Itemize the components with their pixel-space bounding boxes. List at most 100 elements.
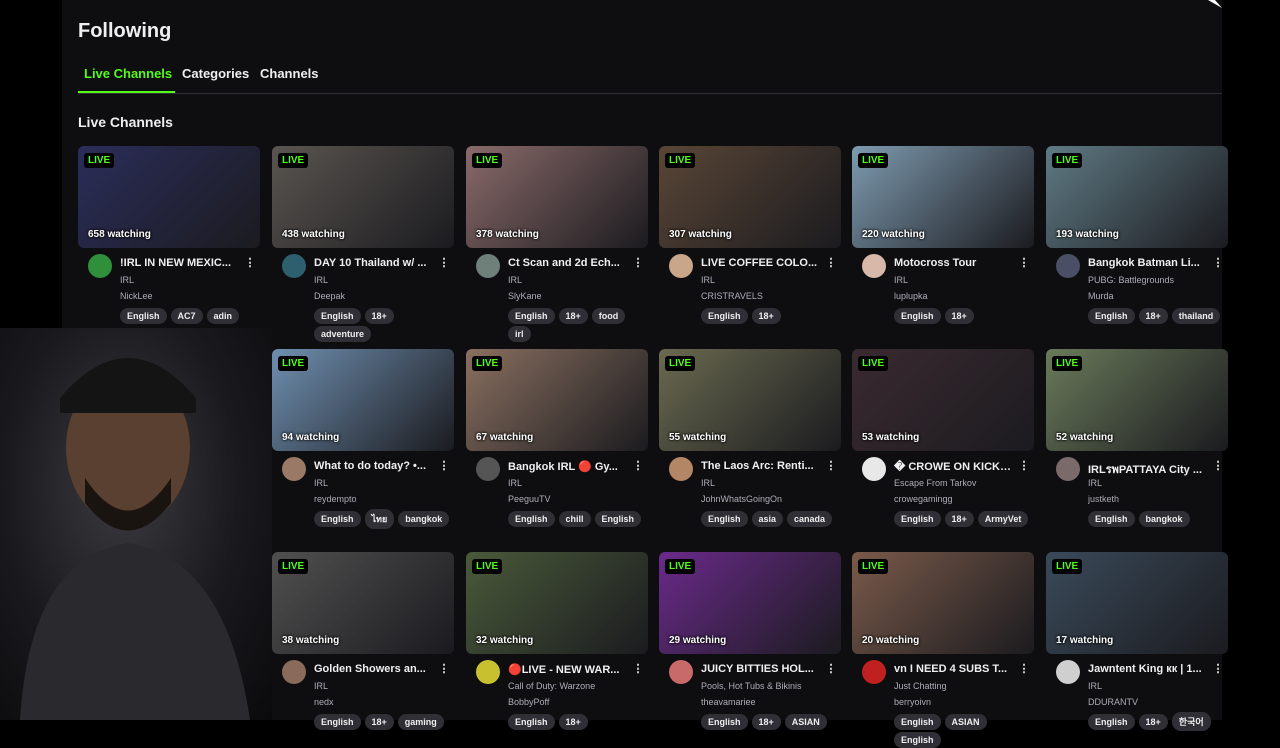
- stream-thumbnail[interactable]: LIVE 307 watching: [659, 146, 841, 248]
- stream-title[interactable]: What to do today? •...: [314, 460, 434, 472]
- stream-title[interactable]: JUICY BITTIES HOL...: [701, 663, 821, 675]
- more-options-icon[interactable]: ⋮: [1212, 459, 1224, 473]
- stream-tag[interactable]: English: [701, 714, 748, 730]
- stream-tag[interactable]: English: [1088, 714, 1135, 730]
- channel-name[interactable]: Deepak: [314, 291, 444, 301]
- stream-thumbnail[interactable]: LIVE 38 watching: [272, 552, 454, 654]
- channel-avatar[interactable]: [862, 660, 886, 684]
- stream-card[interactable]: LIVE 52 watching IRLรพPATTAYA City ... ⋮ IRL…: [1046, 349, 1228, 539]
- channel-avatar[interactable]: [1056, 254, 1080, 278]
- channel-name[interactable]: reydempto: [314, 494, 444, 504]
- stream-tag[interactable]: English: [894, 511, 941, 527]
- channel-name[interactable]: BobbyPoff: [508, 697, 638, 707]
- stream-card[interactable]: LIVE 20 watching vn I NEED 4 SUBS T... ⋮ Jus…: [852, 552, 1034, 748]
- stream-card[interactable]: LIVE 307 watching LIVE COFFEE COLO... ⋮ IRL C…: [659, 146, 841, 336]
- more-options-icon[interactable]: ⋮: [1212, 662, 1224, 676]
- stream-tag[interactable]: English: [1088, 511, 1135, 527]
- more-options-icon[interactable]: ⋮: [1212, 256, 1224, 270]
- stream-thumbnail[interactable]: LIVE 52 watching: [1046, 349, 1228, 451]
- stream-category[interactable]: IRL: [120, 275, 250, 285]
- more-options-icon[interactable]: ⋮: [244, 256, 256, 270]
- stream-category[interactable]: Pools, Hot Tubs & Bikinis: [701, 681, 831, 691]
- stream-thumbnail[interactable]: LIVE 32 watching: [466, 552, 648, 654]
- stream-tag[interactable]: English: [701, 511, 748, 527]
- stream-tag[interactable]: English: [894, 308, 941, 324]
- more-options-icon[interactable]: ⋮: [438, 459, 450, 473]
- stream-thumbnail[interactable]: LIVE 17 watching: [1046, 552, 1228, 654]
- channel-avatar[interactable]: [669, 254, 693, 278]
- stream-tag[interactable]: English: [508, 308, 555, 324]
- stream-tag[interactable]: 18+: [751, 308, 781, 324]
- stream-category[interactable]: Call of Duty: Warzone: [508, 681, 638, 691]
- stream-card[interactable]: LIVE 32 watching 🔴LIVE - NEW WAR... ⋮ Call o…: [466, 552, 648, 742]
- more-options-icon[interactable]: ⋮: [825, 459, 837, 473]
- stream-tag[interactable]: bangkok: [398, 511, 450, 527]
- more-options-icon[interactable]: ⋮: [1018, 256, 1030, 270]
- stream-title[interactable]: Jawntent King кк | 1...: [1088, 663, 1208, 675]
- channel-avatar[interactable]: [476, 254, 500, 278]
- more-options-icon[interactable]: ⋮: [632, 662, 644, 676]
- stream-tag[interactable]: English: [508, 511, 555, 527]
- stream-thumbnail[interactable]: LIVE 220 watching: [852, 146, 1034, 248]
- stream-card[interactable]: LIVE 17 watching Jawntent King кк | 1... ⋮ I…: [1046, 552, 1228, 742]
- stream-thumbnail[interactable]: LIVE 29 watching: [659, 552, 841, 654]
- stream-tag[interactable]: adin: [206, 308, 240, 324]
- stream-title[interactable]: Bangkok IRL 🔴 Gy...: [508, 460, 628, 473]
- stream-card[interactable]: LIVE 193 watching Bangkok Batman Li... ⋮ PUB…: [1046, 146, 1228, 336]
- stream-title[interactable]: !IRL IN NEW MEXIC...: [120, 257, 240, 269]
- stream-thumbnail[interactable]: LIVE 193 watching: [1046, 146, 1228, 248]
- channel-name[interactable]: JohnWhatsGoingOn: [701, 494, 831, 504]
- stream-thumbnail[interactable]: LIVE 378 watching: [466, 146, 648, 248]
- stream-tag[interactable]: English: [701, 308, 748, 324]
- channel-name[interactable]: PeeguuTV: [508, 494, 638, 504]
- channel-name[interactable]: berryoivn: [894, 697, 1024, 707]
- stream-title[interactable]: Golden Showers an...: [314, 663, 434, 675]
- stream-card[interactable]: LIVE 67 watching Bangkok IRL 🔴 Gy... ⋮ IRL Pe…: [466, 349, 648, 539]
- more-options-icon[interactable]: ⋮: [825, 256, 837, 270]
- stream-tag[interactable]: 18+: [751, 714, 781, 730]
- channel-name[interactable]: luplupka: [894, 291, 1024, 301]
- stream-title[interactable]: LIVE COFFEE COLO...: [701, 257, 821, 269]
- channel-avatar[interactable]: [1056, 660, 1080, 684]
- stream-tag[interactable]: 18+: [558, 308, 588, 324]
- stream-title[interactable]: The Laos Arc: Renti...: [701, 460, 821, 472]
- channel-name[interactable]: Murda: [1088, 291, 1218, 301]
- stream-card[interactable]: LIVE 220 watching Motocross Tour ⋮ IRL luplup…: [852, 146, 1034, 336]
- stream-category[interactable]: PUBG: Battlegrounds: [1088, 275, 1218, 285]
- stream-tag[interactable]: English: [120, 308, 167, 324]
- stream-tag[interactable]: 18+: [944, 308, 974, 324]
- stream-tag[interactable]: 18+: [364, 714, 394, 730]
- stream-title[interactable]: Bangkok Batman Li...: [1088, 257, 1208, 269]
- stream-card[interactable]: LIVE 38 watching Golden Showers an... ⋮ IRL n…: [272, 552, 454, 742]
- stream-tag[interactable]: AC7: [170, 308, 203, 324]
- stream-card[interactable]: LIVE 438 watching DAY 10 Thailand w/ ... ⋮ I…: [272, 146, 454, 342]
- stream-card[interactable]: LIVE 55 watching The Laos Arc: Renti... ⋮ IR…: [659, 349, 841, 539]
- stream-category[interactable]: IRL: [508, 478, 638, 488]
- stream-thumbnail[interactable]: LIVE 438 watching: [272, 146, 454, 248]
- stream-title[interactable]: DAY 10 Thailand w/ ...: [314, 257, 434, 269]
- stream-tag[interactable]: English: [894, 714, 941, 730]
- channel-name[interactable]: CRISTRAVELS: [701, 291, 831, 301]
- channel-avatar[interactable]: [282, 660, 306, 684]
- stream-card[interactable]: LIVE 378 watching Ct Scan and 2d Ech... ⋮ IR…: [466, 146, 648, 342]
- stream-category[interactable]: IRL: [1088, 478, 1218, 488]
- channel-avatar[interactable]: [282, 254, 306, 278]
- stream-title[interactable]: � CROWE ON KICK �: [894, 460, 1014, 473]
- stream-category[interactable]: IRL: [314, 275, 444, 285]
- more-options-icon[interactable]: ⋮: [438, 256, 450, 270]
- stream-category[interactable]: IRL: [314, 681, 444, 691]
- stream-thumbnail[interactable]: LIVE 658 watching: [78, 146, 260, 248]
- stream-tag[interactable]: ArmyVet: [977, 511, 1029, 527]
- channel-name[interactable]: nedx: [314, 697, 444, 707]
- stream-tag[interactable]: English: [508, 714, 555, 730]
- stream-tag[interactable]: adventure: [314, 326, 372, 342]
- stream-category[interactable]: IRL: [894, 275, 1024, 285]
- stream-category[interactable]: IRL: [701, 478, 831, 488]
- stream-card[interactable]: LIVE 29 watching JUICY BITTIES HOL... ⋮ Pool…: [659, 552, 841, 742]
- stream-tag[interactable]: 18+: [1138, 308, 1168, 324]
- stream-tag[interactable]: bangkok: [1138, 511, 1190, 527]
- stream-category[interactable]: IRL: [1088, 681, 1218, 691]
- channel-name[interactable]: justketh: [1088, 494, 1218, 504]
- more-options-icon[interactable]: ⋮: [1018, 662, 1030, 676]
- stream-thumbnail[interactable]: LIVE 55 watching: [659, 349, 841, 451]
